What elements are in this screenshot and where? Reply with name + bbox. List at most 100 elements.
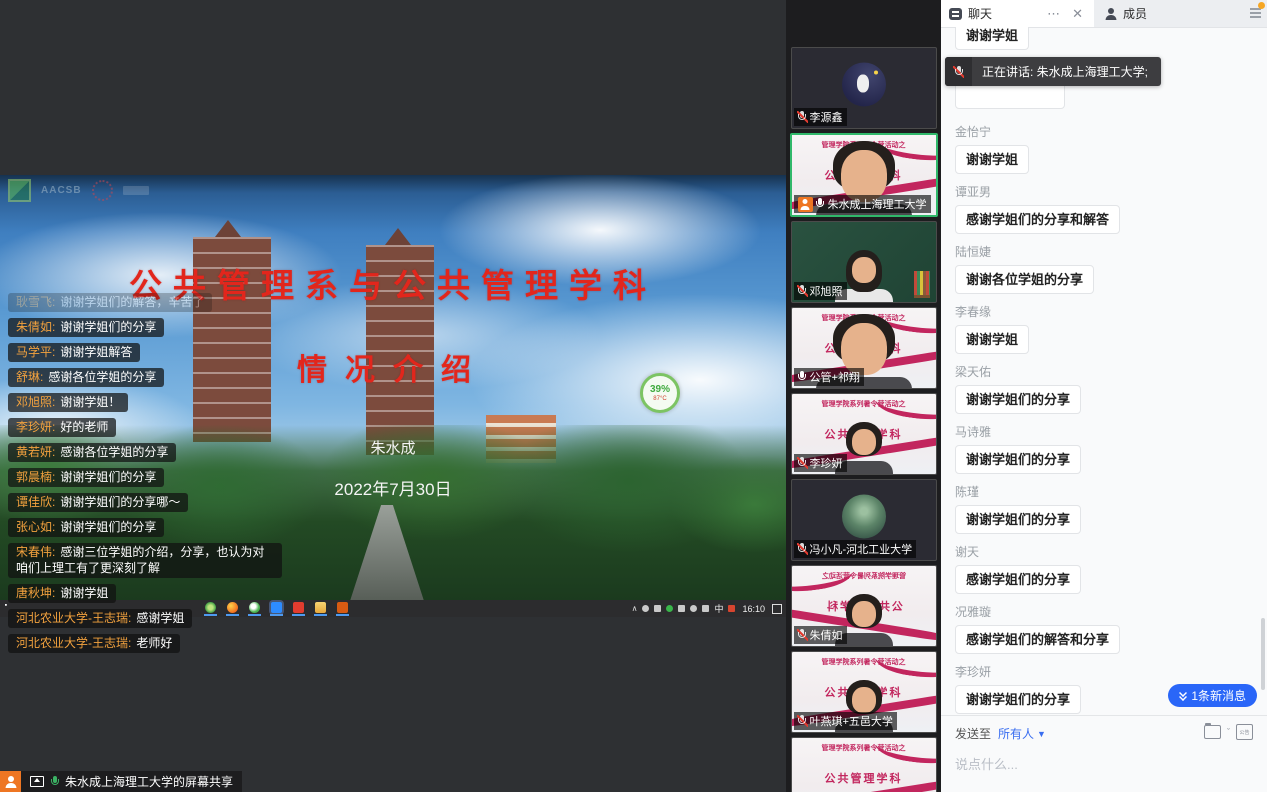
thumb-slide-title: 公共管理学科	[792, 770, 936, 786]
participant-tile[interactable]: 管理学院系列暑令营活动之 公共管理学科 朱倩如	[791, 565, 937, 647]
screen-share-banner: 朱水成上海理工大学的屏幕共享	[0, 771, 242, 792]
chat-sender-name: 金怡宁	[955, 123, 1253, 140]
announcement-icon[interactable]: 公告	[1236, 724, 1253, 740]
amba-logo	[92, 180, 113, 201]
chat-sender-name: 谭亚男	[955, 183, 1253, 200]
overlay-message-text: 谢谢学姐！	[60, 395, 120, 409]
participant-name-bar: 叶燕琪+五邑大学	[794, 712, 897, 730]
participant-name: 朱倩如	[810, 627, 843, 643]
overlay-message-text: 好的老师	[60, 420, 108, 434]
overlay-chat-message: 李珍妍:好的老师	[8, 418, 116, 437]
participant-tile[interactable]: 管理学院系列暑令营活动之 公共管理学科 朱水成上海理工大学	[790, 133, 938, 217]
share-banner-body: 朱水成上海理工大学的屏幕共享	[21, 771, 242, 792]
participant-tile[interactable]: 管理学院系列暑令营活动之 公共管理学科 邓旭照	[791, 221, 937, 303]
temperature-degrees: 87°C	[653, 396, 666, 402]
participant-tile[interactable]: 管理学院系列暑令营活动之 公共管理学科 李源鑫	[791, 47, 937, 129]
chat-bubble: 谢谢学姐们的分享	[955, 505, 1081, 534]
participant-name-bar: 朱倩如	[794, 626, 847, 644]
participant-video-slide: 管理学院系列暑令营活动之 公共管理学科	[792, 738, 936, 792]
close-icon[interactable]: ✕	[1069, 7, 1086, 20]
participant-name-bar: 李源鑫	[794, 108, 847, 126]
overlay-sender-name: 河北农业大学-王志瑞:	[16, 611, 131, 625]
chat-message: 马诗雅 谢谢学姐们的分享	[955, 423, 1253, 474]
panel-corner-toggle[interactable]	[1245, 0, 1267, 27]
participant-mic-icon	[798, 543, 807, 555]
folder-icon	[315, 602, 326, 613]
tray-red-app-icon	[728, 605, 735, 612]
caret-down-icon[interactable]: ▼	[1037, 729, 1046, 739]
chat-scrollbar[interactable]	[1261, 618, 1265, 690]
chat-bubble: 感谢学姐们的分享	[955, 565, 1081, 594]
chat-bubble: 谢谢学姐	[955, 325, 1029, 354]
participant-name-bar: 冯小凡-河北工业大学	[794, 540, 917, 558]
speaking-toast-text: 正在讲话: 朱水成上海理工大学;	[972, 63, 1158, 80]
new-message-button[interactable]: 1条新消息	[1168, 684, 1257, 707]
chat-bubble: 感谢学姐们的解答和分享	[955, 625, 1120, 654]
participant-tile[interactable]: 管理学院系列暑令营活动之 公共管理学科	[791, 737, 937, 792]
toast-mic-muted-icon	[945, 57, 972, 86]
overlay-chat-message: 舒琳: 感谢各位学姐的分享	[8, 368, 164, 387]
history-folder-icon[interactable]	[1204, 725, 1221, 739]
more-icon[interactable]: ⋯	[1044, 7, 1063, 20]
chat-sender-name: 梁天佑	[955, 363, 1253, 380]
overlay-message-text: 谢谢学姐们的分享	[60, 520, 156, 534]
participant-name: 冯小凡-河北工业大学	[810, 541, 913, 557]
overlay-chat-message: 郭晨楠:谢谢学姐们的分享	[8, 468, 164, 487]
chat-bubble-partial: 谢谢学姐	[955, 27, 1029, 50]
slide-swoosh-top	[874, 737, 937, 769]
overlay-chat-message: 河北农业大学-王志瑞:感谢学姐	[8, 609, 192, 628]
chat-bubble: 谢谢学姐们的分享	[955, 385, 1081, 414]
overlay-message-text: 谢谢学姐们的分享	[60, 320, 156, 334]
send-to-selector[interactable]: 所有人	[998, 725, 1034, 742]
chat-sender-name: 李珍妍	[955, 663, 1253, 680]
overlay-sender-name: 舒琳:	[16, 370, 43, 384]
overlay-chat-message: 朱倩如:谢谢学姐们的分享	[8, 318, 164, 337]
participant-tile[interactable]: 管理学院系列暑令营活动之 公共管理学科 冯小凡-河北工业大学	[791, 479, 937, 561]
system-tray: ∧ 中 16:10	[632, 600, 782, 617]
tab-chat[interactable]: 聊天 ⋯ ✕	[941, 0, 1094, 27]
temperature-widget: 39% 87°C	[640, 373, 680, 413]
participant-tile[interactable]: 管理学院系列暑令营活动之 公共管理学科 李珍妍	[791, 393, 937, 475]
sharer-avatar-badge	[0, 771, 21, 792]
tray-chevron-icon: ∧	[632, 605, 638, 613]
screen-share-icon	[30, 776, 44, 787]
overlay-chat-message: 黄若妍:感谢各位学姐的分享	[8, 443, 176, 462]
sharer-mic-icon	[50, 776, 59, 788]
participant-mic-icon	[798, 371, 807, 383]
members-tab-label: 成员	[1123, 5, 1147, 22]
chat-sender-name: 马诗雅	[955, 423, 1253, 440]
participant-mic-icon	[798, 629, 807, 641]
overlay-chat-message: 张心如:谢谢学姐们的分享	[8, 518, 164, 537]
overlay-message-text: 谢谢学姐解答	[60, 345, 132, 359]
overlay-message-text: 谢谢学姐们的分享	[60, 470, 156, 484]
chat-message: 况雅璇 感谢学姐们的解答和分享	[955, 603, 1253, 654]
participant-tile[interactable]: 管理学院系列暑令营活动之 公共管理学科 叶燕琪+五邑大学	[791, 651, 937, 733]
tab-members[interactable]: 成员	[1094, 0, 1245, 27]
chat-bubble: 谢谢各位学姐的分享	[955, 265, 1094, 294]
participant-mic-icon	[798, 285, 807, 297]
message-input[interactable]: 说点什么...	[955, 754, 1253, 773]
participant-name: 李珍妍	[810, 455, 843, 471]
participant-name-bar: 公管+祁翔	[794, 368, 864, 386]
chat-message-list[interactable]: 谢谢学姐 刘 金怡宁 谢谢学姐 谭亚男 感谢学姐们的分享和解答	[941, 27, 1267, 715]
chat-message: 陈瑾 谢谢学姐们的分享	[955, 483, 1253, 534]
participant-tile[interactable]: 管理学院系列暑令营活动之 公共管理学科 公管+祁翔	[791, 307, 937, 389]
members-icon	[1104, 7, 1117, 20]
tray-wifi-icon	[702, 605, 709, 612]
overlay-chat-message: 谭佳欣:谢谢学姐们的分享哪～	[8, 493, 188, 512]
chat-message: 谢天 感谢学姐们的分享	[955, 543, 1253, 594]
overlay-message-text: 感谢各位学姐的分享	[48, 370, 156, 384]
tray-speaker-icon	[690, 605, 697, 612]
overlay-message-text: 老师好	[136, 636, 172, 650]
slide-logos: AACSB	[8, 179, 149, 202]
chat-message: 梁天佑 谢谢学姐们的分享	[955, 363, 1253, 414]
overlay-message-text: 感谢各位学姐的分享	[60, 445, 168, 459]
meeting-window: AACSB 公共管理系与公共管理学科 情况介绍 朱水成 2022年7月30日 3…	[0, 0, 1267, 792]
panel-header: 聊天 ⋯ ✕ 成员	[941, 0, 1267, 28]
chat-sender-name: 陆恒婕	[955, 243, 1253, 260]
participant-strip: 管理学院系列暑令营活动之 公共管理学科 李源鑫	[786, 0, 941, 792]
chat-bubble: 感谢学姐们的分享和解答	[955, 205, 1120, 234]
tray-camera-icon	[678, 605, 685, 612]
overlay-message-text: 谢谢学姐	[60, 586, 108, 600]
folder-chevron-icon[interactable]: ˇ	[1227, 727, 1230, 737]
